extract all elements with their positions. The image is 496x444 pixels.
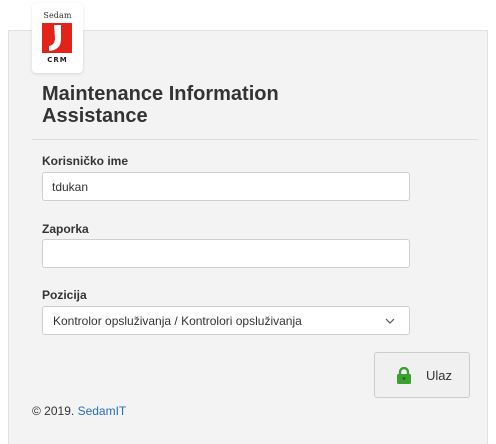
sedam-crm-logo: Sedam CRM	[32, 3, 83, 73]
logo-top-text: Sedam	[43, 11, 72, 20]
lock-icon	[397, 367, 411, 384]
password-label: Zaporka	[42, 222, 89, 236]
position-selected-value: Kontrolor opsluživanja / Kontrolori opsl…	[53, 314, 302, 328]
position-label: Pozicija	[42, 288, 87, 302]
logo-bottom-text: CRM	[47, 56, 68, 64]
logo-mark-icon	[42, 23, 72, 53]
page-title: Maintenance Information Assistance	[42, 83, 279, 127]
username-label: Korisničko ime	[42, 154, 129, 168]
password-input[interactable]	[42, 239, 410, 268]
divider	[32, 139, 478, 140]
position-select[interactable]: Kontrolor opsluživanja / Kontrolori opsl…	[42, 306, 410, 335]
footer: © 2019. SedamIT	[32, 404, 126, 418]
copyright-text: © 2019.	[32, 404, 75, 418]
login-button[interactable]: Ulaz	[374, 352, 470, 398]
username-input[interactable]	[42, 172, 410, 201]
chevron-down-icon	[385, 318, 395, 324]
sedamit-link[interactable]: SedamIT	[78, 404, 127, 418]
login-button-label: Ulaz	[426, 368, 453, 383]
